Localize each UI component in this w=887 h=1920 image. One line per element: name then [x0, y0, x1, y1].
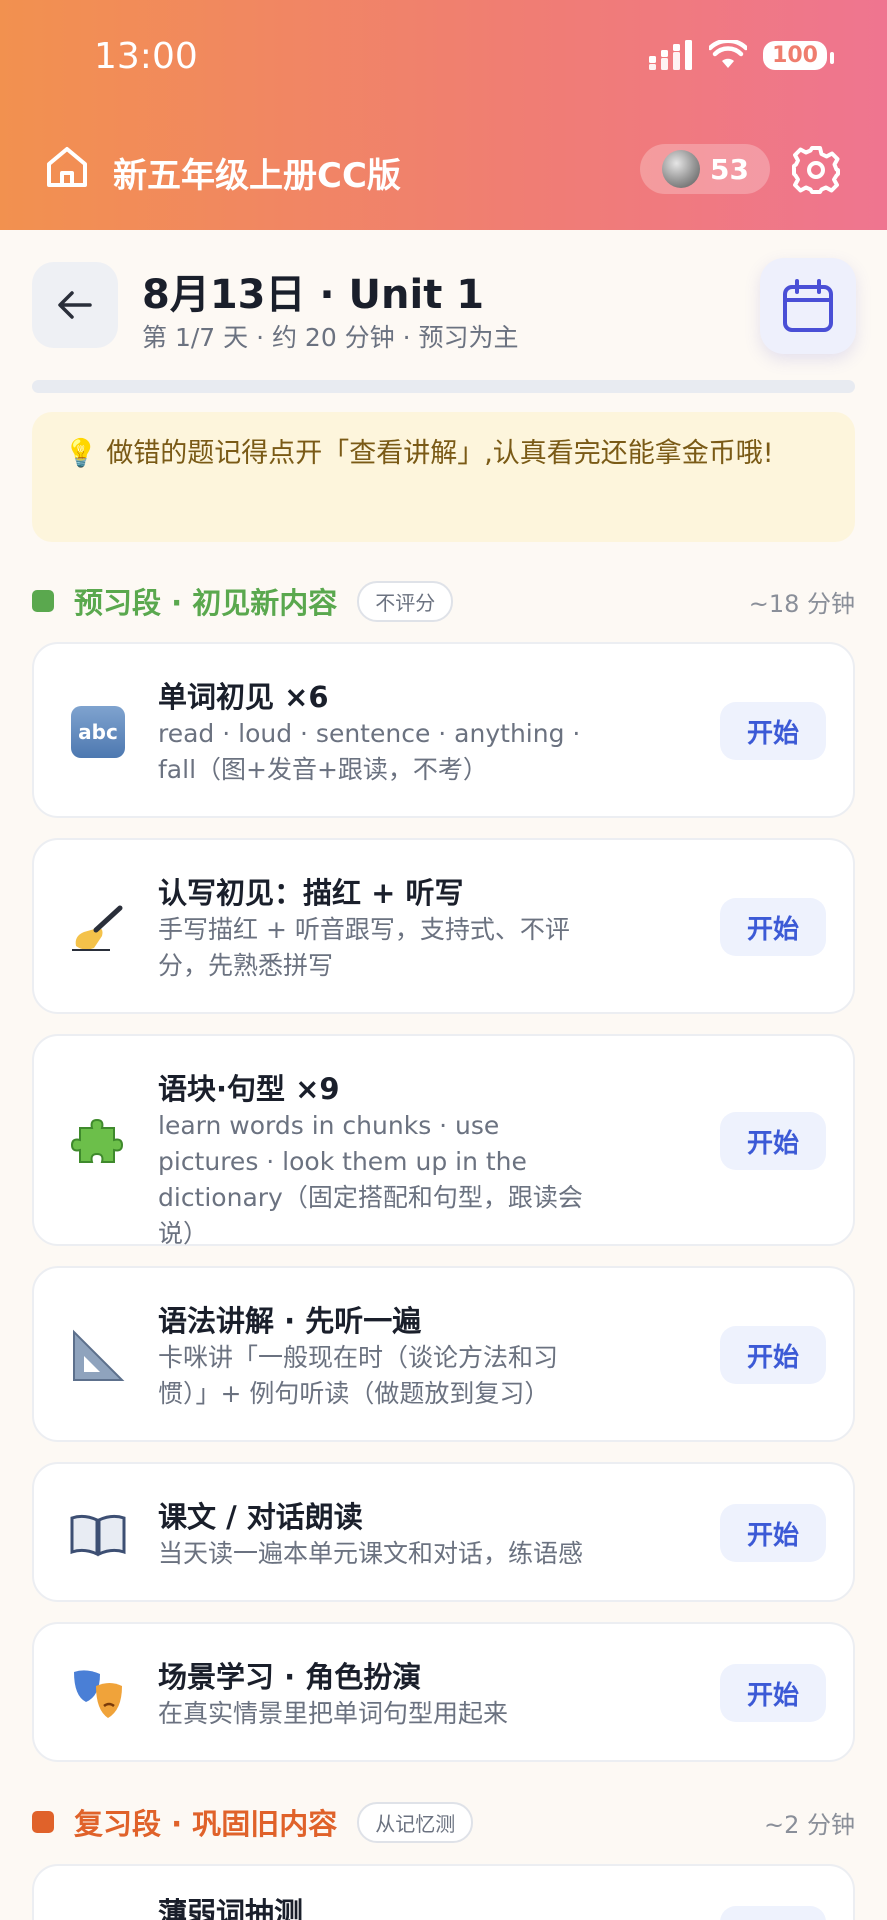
card-description: 当天读一遍本单元课文和对话，练语感 — [158, 1539, 584, 1568]
section-title: 复习段 · 巩固旧内容 — [74, 1807, 338, 1841]
section-review-header: 复习段 · 巩固旧内容 从记忆测 ~2 分钟 — [32, 1797, 855, 1847]
status-time: 13:00 — [94, 36, 198, 77]
coin-icon — [662, 150, 700, 188]
day-title: 8月13日 · Unit 1 — [142, 272, 485, 318]
status-icons: 100 — [649, 40, 834, 70]
card-description: 在真实情景里把单词句型用起来 — [158, 1699, 509, 1728]
card-title: 单词初见 ×6 — [158, 680, 329, 714]
calendar-button[interactable] — [760, 258, 856, 354]
section-duration: ~2 分钟 — [763, 1810, 855, 1839]
task-card-reading[interactable]: 课文 / 对话朗读 当天读一遍本单元课文和对话，练语感 开始 — [32, 1462, 855, 1602]
battery-indicator: 100 — [763, 40, 834, 70]
card-description: learn words in chunks · use pictures · l… — [158, 1111, 583, 1248]
signal-icon — [649, 40, 693, 70]
pencil-icon — [68, 1906, 128, 1920]
section-dot — [32, 1811, 54, 1833]
card-title: 语块·句型 ×9 — [158, 1072, 340, 1106]
coin-count: 53 — [710, 152, 749, 186]
card-title: 薄弱词抽测 — [158, 1896, 304, 1920]
card-description: 卡咪讲「一般现在时（谈论方法和习惯）」+ 例句听读（做题放到复习） — [158, 1343, 559, 1408]
theater-masks-icon — [68, 1664, 128, 1724]
section-duration: ~18 分钟 — [748, 589, 855, 618]
home-icon[interactable] — [44, 144, 90, 190]
start-button[interactable]: 开始 — [720, 1504, 826, 1562]
writing-hand-icon — [68, 898, 128, 958]
gear-icon[interactable] — [790, 144, 842, 196]
start-button[interactable]: 开始 — [720, 702, 826, 760]
section-preview-header: 预习段 · 初见新内容 不评分 ~18 分钟 — [32, 576, 855, 626]
start-button[interactable]: 开始 — [720, 1112, 826, 1170]
task-card-writing[interactable]: 认写初见：描红 + 听写 手写描红 + 听音跟写，支持式、不评分，先熟悉拼写 开… — [32, 838, 855, 1014]
start-button[interactable]: 开始 — [720, 898, 826, 956]
calendar-icon — [783, 279, 833, 332]
task-card-weak-words[interactable]: 薄弱词抽测 开始 — [32, 1864, 855, 1920]
start-button[interactable]: 开始 — [720, 1664, 826, 1722]
tip-banner: 💡 做错的题记得点开「查看讲解」,认真看完还能拿金币哦! — [32, 412, 855, 542]
card-title: 认写初见：描红 + 听写 — [158, 876, 464, 910]
section-badge: 从记忆测 — [357, 1801, 474, 1843]
task-card-roleplay[interactable]: 场景学习 · 角色扮演 在真实情景里把单词句型用起来 开始 — [32, 1622, 855, 1762]
app-title: 新五年级上册CC版 — [113, 156, 401, 196]
arrow-left-icon — [58, 291, 92, 319]
start-button[interactable]: 开始 — [720, 1906, 826, 1920]
card-description: read · loud · sentence · anything · fall… — [158, 719, 581, 784]
open-book-icon — [68, 1504, 128, 1564]
start-button[interactable]: 开始 — [720, 1326, 826, 1384]
section-dot — [32, 590, 54, 612]
puzzle-icon — [68, 1112, 128, 1172]
task-card-grammar[interactable]: 语法讲解 · 先听一遍 卡咪讲「一般现在时（谈论方法和习惯）」+ 例句听读（做题… — [32, 1266, 855, 1442]
back-button[interactable] — [32, 262, 118, 348]
abc-icon: abc — [68, 702, 128, 762]
day-progress-bar — [32, 380, 855, 393]
card-title: 课文 / 对话朗读 — [158, 1500, 363, 1534]
coin-balance[interactable]: 53 — [640, 144, 770, 194]
card-title: 语法讲解 · 先听一遍 — [158, 1304, 422, 1338]
section-badge: 不评分 — [357, 580, 454, 622]
wifi-icon — [709, 40, 748, 68]
triangle-ruler-icon — [68, 1326, 128, 1386]
card-title: 场景学习 · 角色扮演 — [158, 1660, 422, 1694]
task-card-chunks[interactable]: 语块·句型 ×9 learn words in chunks · use pic… — [32, 1034, 855, 1248]
task-card-vocab[interactable]: abc 单词初见 ×6 read · loud · sentence · any… — [32, 642, 855, 818]
card-description: 手写描红 + 听音跟写，支持式、不评分，先熟悉拼写 — [158, 915, 570, 980]
section-title: 预习段 · 初见新内容 — [74, 586, 338, 620]
app-header: 13:00 100 新五年级上册CC版 53 — [0, 0, 887, 230]
day-subtitle: 第 1/7 天 · 约 20 分钟 · 预习为主 — [142, 323, 519, 352]
